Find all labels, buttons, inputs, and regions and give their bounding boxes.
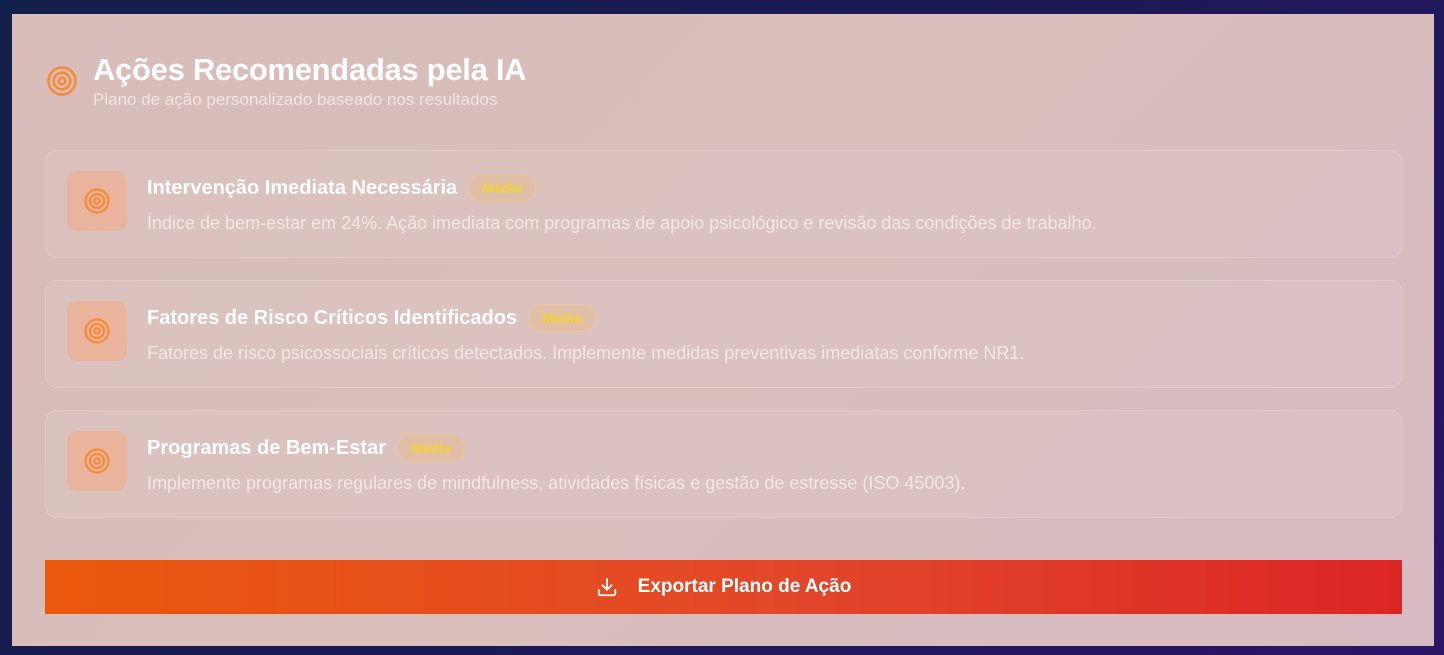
panel-header: Ações Recomendadas pela IA Plano de ação… xyxy=(46,52,527,110)
download-icon xyxy=(597,577,616,597)
action-icon-box xyxy=(67,431,127,491)
export-button-label: Exportar Plano de Ação xyxy=(637,576,852,597)
action-description: Implemente programas regulares de mindfu… xyxy=(147,473,966,493)
action-icon-box xyxy=(67,171,127,231)
target-icon xyxy=(84,448,110,474)
target-icon xyxy=(84,318,110,344)
action-description: Índice de bem-estar em 24%. Ação imediat… xyxy=(147,213,1097,233)
action-title: Programas de Bem-Estar xyxy=(147,437,386,459)
action-title: Fatores de Risco Críticos Identificados xyxy=(147,307,518,329)
page-title: Ações Recomendadas pela IA xyxy=(93,52,527,87)
action-card: Intervenção Imediata Necessária Média Ín… xyxy=(45,150,1402,258)
action-icon-box xyxy=(67,301,127,361)
priority-badge: Média xyxy=(528,304,596,332)
target-icon xyxy=(47,66,77,96)
recommended-actions-panel: Ações Recomendadas pela IA Plano de ação… xyxy=(12,14,1434,646)
action-card: Fatores de Risco Críticos Identificados … xyxy=(45,280,1402,388)
export-action-plan-button[interactable]: Exportar Plano de Ação xyxy=(45,560,1402,614)
page-subtitle: Plano de ação personalizado baseado nos … xyxy=(93,90,498,109)
target-icon xyxy=(84,188,110,214)
action-card: Programas de Bem-Estar Média Implemente … xyxy=(45,410,1402,518)
action-description: Fatores de risco psicossociais críticos … xyxy=(147,343,1025,363)
priority-badge: Média xyxy=(396,434,465,462)
priority-badge: Média xyxy=(468,174,536,202)
action-title: Intervenção Imediata Necessária xyxy=(147,177,458,199)
